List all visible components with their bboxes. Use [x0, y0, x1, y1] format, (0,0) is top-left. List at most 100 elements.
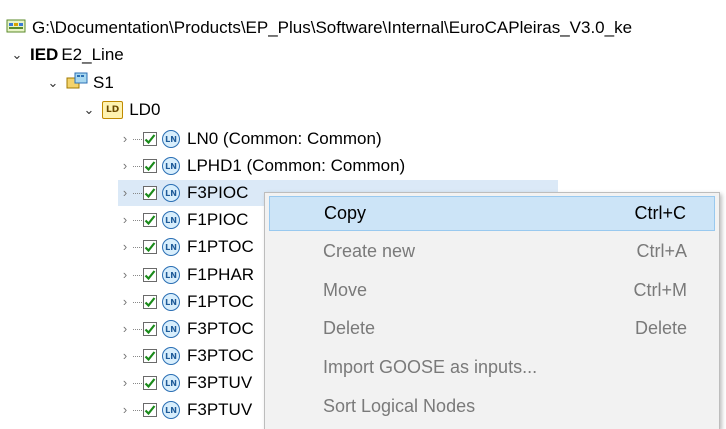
checkmark-icon — [144, 297, 156, 308]
tree-connector — [133, 328, 142, 330]
chevron-right-icon[interactable]: › — [118, 132, 132, 146]
node-checkbox[interactable] — [143, 376, 157, 390]
tree-connector — [133, 301, 142, 303]
node-checkbox[interactable] — [143, 268, 157, 282]
project-path: G:\Documentation\Products\EP_Plus\Softwa… — [32, 18, 633, 37]
chevron-right-icon[interactable]: › — [118, 268, 132, 282]
node-label: F1PTOC — [187, 237, 254, 256]
menu-item-import-goose[interactable]: Import GOOSE as inputs... — [269, 350, 715, 385]
node-label: F3PTUV — [187, 400, 253, 419]
tree-item-ln[interactable]: › LN F3PTOC — [118, 343, 254, 369]
tree-item-ln[interactable]: › LN F3PTUV — [118, 370, 252, 396]
chevron-right-icon[interactable]: › — [118, 322, 132, 336]
ld-label: LD0 — [129, 100, 161, 119]
tree-item-ln[interactable]: › LN F1PTOC — [118, 234, 254, 260]
menu-item-copy[interactable]: Copy Ctrl+C — [269, 196, 715, 231]
chevron-right-icon[interactable]: › — [118, 295, 132, 309]
chevron-right-icon[interactable]: › — [118, 159, 132, 173]
chevron-right-icon[interactable]: › — [118, 349, 132, 363]
node-checkbox[interactable] — [143, 132, 157, 146]
tree-connector — [133, 219, 142, 221]
node-label: F3PTOC — [187, 346, 254, 365]
checkmark-icon — [144, 405, 156, 416]
tree-item-server[interactable]: ⌄ S1 — [46, 70, 114, 96]
ln-icon: LN — [162, 320, 180, 338]
server-label: S1 — [93, 73, 114, 92]
tree-item-ied[interactable]: ⌄ IED E2_Line — [10, 42, 124, 68]
checkmark-icon — [144, 242, 156, 253]
ln-icon: LN — [162, 238, 180, 256]
menu-item-label: Copy — [324, 203, 367, 223]
project-icon — [6, 18, 26, 39]
checkmark-icon — [144, 351, 156, 362]
tree-item-ln[interactable]: › LN F1PTOC — [118, 289, 254, 315]
ied-icon: IED — [30, 45, 59, 64]
menu-item-label: Move — [323, 280, 368, 300]
node-label: F1PIOC — [187, 210, 249, 229]
ln-icon: LN — [162, 184, 180, 202]
checkmark-icon — [144, 188, 156, 199]
node-label: F1PHAR — [187, 265, 255, 284]
checkmark-icon — [144, 215, 156, 226]
tree-connector — [133, 138, 142, 140]
server-icon — [66, 72, 88, 95]
menu-item-label: Create new — [323, 241, 416, 261]
chevron-down-icon[interactable]: ⌄ — [82, 103, 96, 117]
node-label: F3PTUV — [187, 373, 253, 392]
tree-connector — [133, 246, 142, 248]
node-label: F3PIOC — [187, 183, 249, 202]
menu-item-shortcut: Ctrl+C — [634, 203, 686, 223]
tree-connector — [133, 382, 142, 384]
chevron-right-icon[interactable]: › — [118, 186, 132, 200]
ln-icon: LN — [162, 374, 180, 392]
ln-icon: LN — [162, 266, 180, 284]
node-checkbox[interactable] — [143, 159, 157, 173]
tree-item-ln[interactable]: › LN F3PTOC — [118, 316, 254, 342]
ln-icon: LN — [162, 157, 180, 175]
tree-item-ln[interactable]: › LN F3PTUV — [118, 397, 252, 423]
tree-connector — [133, 355, 142, 357]
menu-item-create-new[interactable]: Create new Ctrl+A — [269, 234, 715, 269]
checkmark-icon — [144, 378, 156, 389]
node-checkbox[interactable] — [143, 349, 157, 363]
tree-root-row[interactable]: G:\Documentation\Products\EP_Plus\Softwa… — [6, 15, 632, 41]
node-checkbox[interactable] — [143, 213, 157, 227]
checkmark-icon — [144, 134, 156, 145]
chevron-right-icon[interactable]: › — [118, 213, 132, 227]
chevron-down-icon[interactable]: ⌄ — [10, 48, 24, 62]
ln-icon: LN — [162, 211, 180, 229]
ln-icon: LN — [162, 401, 180, 419]
chevron-right-icon[interactable]: › — [118, 403, 132, 417]
tree-connector — [133, 192, 142, 194]
tree-connector — [133, 409, 142, 411]
node-label: LPHD1 (Common: Common) — [187, 156, 406, 175]
ln-icon: LN — [162, 130, 180, 148]
menu-item-sort-logical-nodes[interactable]: Sort Logical Nodes — [269, 389, 715, 424]
menu-item-shortcut: Delete — [634, 318, 687, 338]
menu-item-delete[interactable]: Delete Delete — [269, 311, 715, 346]
tree-item-ln[interactable]: › LN F1PIOC — [118, 207, 248, 233]
menu-item-move[interactable]: Move Ctrl+M — [269, 273, 715, 308]
node-checkbox[interactable] — [143, 403, 157, 417]
chevron-right-icon[interactable]: › — [118, 376, 132, 390]
ld-icon: LD — [102, 101, 124, 119]
menu-item-label: Import GOOSE as inputs... — [323, 357, 538, 377]
tree-item-ld[interactable]: ⌄ LD LD0 — [82, 97, 160, 123]
checkmark-icon — [144, 324, 156, 335]
menu-item-shortcut: Ctrl+A — [636, 241, 687, 261]
node-label: F3PTOC — [187, 319, 254, 338]
node-label: LN0 (Common: Common) — [187, 129, 382, 148]
tree-item-ln[interactable]: › LN F1PHAR — [118, 262, 254, 288]
node-checkbox[interactable] — [143, 322, 157, 336]
menu-item-label: Delete — [323, 318, 376, 338]
node-checkbox[interactable] — [143, 186, 157, 200]
chevron-right-icon[interactable]: › — [118, 240, 132, 254]
tree-item-ln[interactable]: › LN LN0 (Common: Common) — [118, 126, 382, 152]
node-checkbox[interactable] — [143, 240, 157, 254]
tree-item-ln[interactable]: › LN LPHD1 (Common: Common) — [118, 153, 405, 179]
chevron-down-icon[interactable]: ⌄ — [46, 76, 60, 90]
tree-connector — [133, 165, 142, 167]
tree-connector — [133, 274, 142, 276]
node-checkbox[interactable] — [143, 295, 157, 309]
menu-item-label: Sort Logical Nodes — [323, 396, 476, 416]
